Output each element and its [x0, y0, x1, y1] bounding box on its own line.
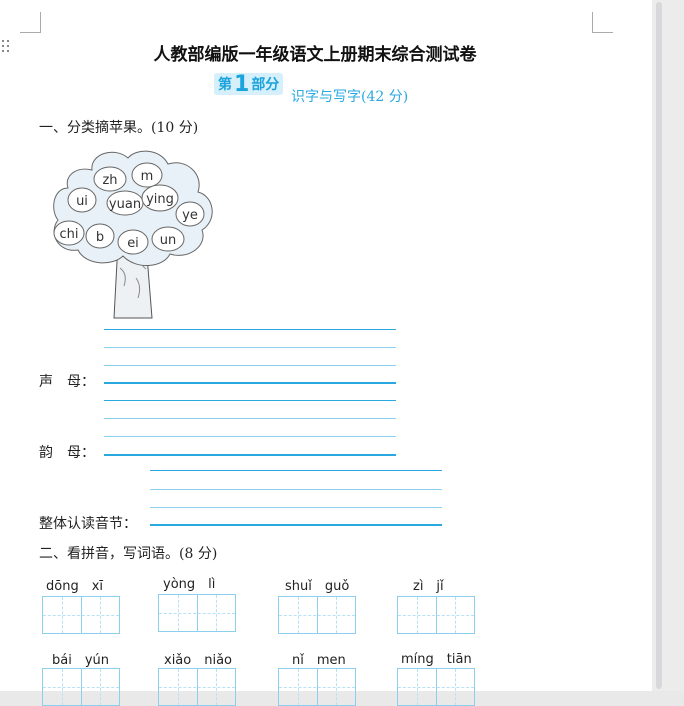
document-page: 人教部编版一年级语文上册期末综合测试卷 第 1 部分 识字与写字(42 分) 一… — [0, 0, 652, 706]
pinyin-prompt: zì jǐ — [413, 579, 444, 594]
pinyin-prompt: shuǐ guǒ — [285, 579, 350, 594]
writing-line — [150, 489, 442, 490]
pinyin-prompt: yòng lì — [163, 577, 216, 592]
writing-line — [104, 329, 396, 330]
writing-line — [150, 507, 442, 508]
writing-line — [104, 436, 396, 437]
apple-label: ying — [146, 192, 174, 207]
section-badge-suffix: 部分 — [251, 77, 280, 93]
page-corner-mark-top-right — [592, 12, 613, 33]
pinyin-prompt: míng tiān — [401, 652, 472, 667]
writing-line — [104, 365, 396, 366]
character-writing-grid[interactable] — [158, 594, 236, 632]
pinyin-prompt: bái yún — [52, 653, 110, 668]
writing-line — [104, 400, 396, 401]
apple-label: zh — [102, 173, 117, 188]
apple-label: yuan — [109, 197, 141, 212]
pinyin-prompt: nǐ men — [292, 653, 346, 668]
apple-label: un — [160, 233, 176, 248]
writing-line — [104, 418, 396, 419]
pinyin-prompt: xiǎo niǎo — [164, 653, 232, 668]
character-writing-grid[interactable] — [158, 668, 236, 706]
character-writing-grid[interactable] — [397, 668, 475, 706]
apple-label: chi — [60, 227, 79, 242]
character-writing-grid[interactable] — [42, 596, 120, 634]
document-title: 人教部编版一年级语文上册期末综合测试卷 — [153, 45, 477, 65]
yunmu-answer-line[interactable] — [104, 454, 396, 456]
character-writing-grid[interactable] — [278, 668, 356, 706]
page-corner-mark-top-left — [20, 12, 41, 33]
pinyin-prompt: dōng xī — [46, 579, 104, 594]
section-badge: 第 1 部分 — [214, 71, 284, 97]
character-writing-grid[interactable] — [397, 596, 475, 634]
character-writing-grid[interactable] — [42, 668, 120, 706]
zhengti-label: 整体认读音节： — [39, 516, 137, 532]
question-2-label: 二、看拼音，写词语。(8 分) — [39, 546, 218, 562]
writing-line — [150, 470, 442, 471]
question-1-label: 一、分类摘苹果。(10 分) — [39, 120, 199, 136]
zhengti-answer-line[interactable] — [150, 524, 442, 526]
shengmu-answer-line[interactable] — [104, 382, 396, 384]
shengmu-label: 声 母： — [39, 374, 95, 390]
apple-tree-illustration: zh m ui yuan ying ye chi b ei un — [53, 150, 213, 319]
apple-label: ye — [182, 208, 198, 223]
writing-line — [104, 347, 396, 348]
apple-label: b — [96, 230, 104, 245]
scrollbar-thumb[interactable] — [656, 2, 662, 689]
apple-label: ei — [127, 236, 139, 251]
section-badge-prefix: 第 — [218, 77, 232, 93]
section-subtitle: 识字与写字(42 分) — [291, 89, 409, 105]
character-writing-grid[interactable] — [278, 596, 356, 634]
apple-label: ui — [76, 194, 88, 209]
yunmu-label: 韵 母： — [39, 445, 95, 461]
section-badge-number: 1 — [234, 71, 250, 97]
apple-label: m — [141, 169, 154, 184]
